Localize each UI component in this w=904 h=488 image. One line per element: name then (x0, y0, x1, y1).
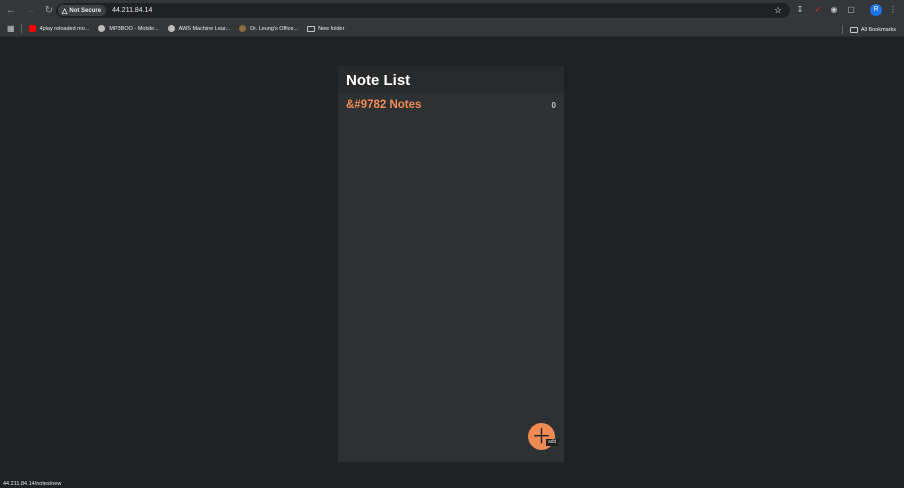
back-icon[interactable]: ← (3, 3, 19, 19)
bookmark-folder[interactable]: New folder (307, 25, 345, 32)
security-chip[interactable]: △ Not Secure (58, 5, 107, 16)
all-bookmarks-label: All Bookmarks (860, 26, 896, 33)
site-icon (239, 25, 247, 32)
youtube-icon (28, 25, 36, 32)
bookmark-star-icon[interactable]: ☆ (774, 5, 782, 16)
bookmark-item[interactable]: 4play reloaded mo... (28, 25, 90, 32)
browser-toolbar: ← → ↻ △ Not Secure 44.211.84.14 ☆ ↧ ✓ ◉ … (0, 0, 904, 21)
more-menu-icon[interactable]: ⋮ (888, 5, 898, 15)
url-text[interactable]: 44.211.84.14 (112, 7, 152, 14)
security-label: Not Secure (69, 7, 102, 14)
bookmark-label: 4play reloaded mo... (39, 25, 90, 32)
globe-icon (98, 25, 106, 32)
bookmark-label: AWS Machine Lear... (178, 25, 231, 32)
globe-icon (167, 25, 175, 32)
folder-icon (307, 25, 316, 32)
divider (20, 24, 22, 33)
apps-grid-icon[interactable]: ▦ (7, 24, 15, 33)
bookmark-label: New folder (318, 25, 345, 32)
page-title: Note List (346, 71, 411, 89)
address-bar[interactable]: △ Not Secure 44.211.84.14 ☆ (56, 3, 790, 18)
folder-icon (849, 26, 858, 33)
bookmark-item[interactable]: AWS Machine Lear... (167, 25, 231, 32)
note-list-panel: Note List &#9782 Notes 0 ＋ add (338, 66, 564, 462)
bookmark-item[interactable]: MP3BOO - Mobile... (98, 25, 159, 32)
status-bar-link: 44.211.84.14/notes/new (0, 480, 65, 488)
page-content: Note List &#9782 Notes 0 ＋ add (0, 38, 904, 482)
bookmark-item[interactable]: Dr. Leung's Office... (239, 25, 298, 32)
note-count-badge: 0 (551, 100, 556, 110)
bookmark-label: Dr. Leung's Office... (250, 25, 299, 32)
reload-icon[interactable]: ↻ (41, 3, 57, 19)
bookmarks-bar: ▦ 4play reloaded mo... MP3BOO - Mobile..… (0, 21, 904, 37)
all-bookmarks-button[interactable]: All Bookmarks (841, 25, 896, 34)
extensions-puzzle-icon[interactable]: ▢ (846, 5, 856, 15)
extension-icon[interactable]: ◉ (829, 5, 839, 15)
list-item[interactable]: &#9782 Notes 0 (338, 94, 564, 111)
note-list-header: Note List (338, 66, 564, 94)
extension-icon[interactable]: ✓ (813, 5, 823, 15)
add-tooltip: add (546, 439, 559, 446)
download-icon[interactable]: ↧ (795, 5, 805, 15)
divider (841, 25, 843, 34)
note-title-link[interactable]: &#9782 Notes (346, 99, 421, 111)
profile-avatar[interactable]: R (870, 4, 882, 16)
warning-icon: △ (62, 7, 68, 15)
bookmark-label: MP3BOO - Mobile... (109, 25, 159, 32)
forward-icon[interactable]: → (22, 3, 38, 19)
